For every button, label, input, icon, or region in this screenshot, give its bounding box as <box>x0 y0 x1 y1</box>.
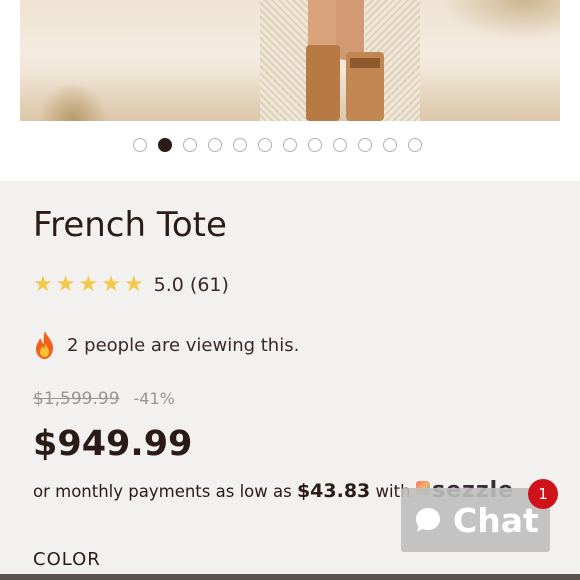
gallery-dot-1[interactable] <box>133 138 147 152</box>
gallery-dot-9[interactable] <box>333 138 347 152</box>
gallery-dot-8[interactable] <box>308 138 322 152</box>
gallery-dot-3[interactable] <box>183 138 197 152</box>
chat-bubble-icon <box>416 508 440 532</box>
viewing-notice: 2 people are viewing this. <box>33 330 299 360</box>
installments-text: or monthly payments as low as $43.83 wit… <box>33 480 411 502</box>
star-icon: ★ <box>101 272 121 297</box>
star-icon: ★ <box>123 272 144 297</box>
gallery-dot-5[interactable] <box>233 138 247 152</box>
product-title: French Tote <box>33 205 227 245</box>
gallery-dot-12[interactable] <box>408 138 422 152</box>
rating-text: 5.0 (61) <box>153 274 229 296</box>
product-rating[interactable]: ★ ★ ★ ★ ★ 5.0 (61) <box>33 272 229 298</box>
gallery-dot-4[interactable] <box>208 138 222 152</box>
chat-label: Chat <box>453 500 539 540</box>
installment-amount: $43.83 <box>296 480 371 502</box>
chat-unread-badge: 1 <box>528 479 558 509</box>
star-icon: ★ <box>55 272 76 297</box>
viewing-text: 2 people are viewing this. <box>67 334 300 356</box>
gallery-dot-7[interactable] <box>283 138 297 152</box>
color-swatch-row <box>0 574 580 580</box>
product-gallery <box>0 0 580 181</box>
installments-prefix: or monthly payments as low as <box>33 482 292 501</box>
price-compare-row: $1,599.99 -41% <box>33 389 175 409</box>
gallery-dot-6[interactable] <box>258 138 272 152</box>
product-image[interactable] <box>20 0 560 121</box>
star-icon: ★ <box>33 272 53 297</box>
gallery-pagination <box>133 138 422 152</box>
star-icon: ★ <box>78 272 99 297</box>
gallery-dot-11[interactable] <box>383 138 397 152</box>
color-option-label: COLOR <box>33 549 101 570</box>
gallery-dot-2[interactable] <box>158 138 172 152</box>
compare-at-price: $1,599.99 <box>33 389 120 409</box>
gallery-dot-10[interactable] <box>358 138 372 152</box>
discount-badge: -41% <box>133 389 175 408</box>
rating-stars: ★ ★ ★ ★ ★ <box>33 272 144 298</box>
fire-icon <box>36 331 53 359</box>
product-price: $949.99 <box>33 424 193 464</box>
